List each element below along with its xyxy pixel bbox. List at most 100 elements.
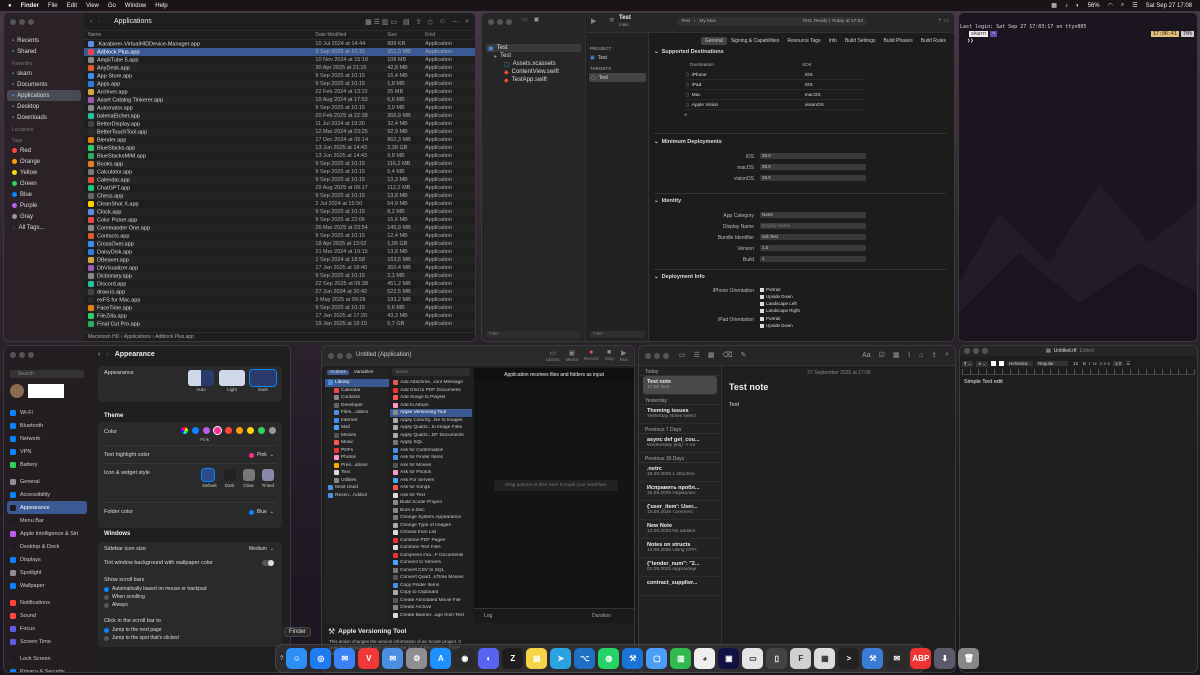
dock-btt-icon[interactable]: ▦ bbox=[814, 648, 836, 669]
paragraph-style-icon[interactable]: ¶ ⌄ bbox=[962, 360, 974, 367]
search-icon[interactable]: ⌕ bbox=[465, 18, 469, 26]
appearance-mode-dark[interactable]: Dark bbox=[249, 369, 277, 392]
toolbar-run[interactable]: ▶ Run bbox=[620, 349, 628, 362]
dock-finder-icon[interactable]: ▣ bbox=[718, 648, 740, 669]
action-item[interactable]: Ask for Photos bbox=[390, 469, 472, 477]
action-item[interactable]: Create Annotated Movie File bbox=[390, 597, 472, 605]
sidebar-item[interactable]: Red bbox=[4, 145, 84, 156]
font-family-select[interactable]: Helvetica bbox=[1006, 361, 1033, 366]
sidebar-item[interactable]: Green bbox=[4, 178, 84, 189]
action-item[interactable]: Ask for Confirmation bbox=[390, 447, 472, 455]
action-item[interactable]: Ask for Text bbox=[390, 492, 472, 500]
project-item[interactable]: ▣ Test bbox=[587, 53, 648, 62]
file-row[interactable]: Clock.app 9 Sep 2025 at 10:15 8,2 MB App… bbox=[84, 208, 475, 216]
toolbar-stop[interactable]: ■ Stop bbox=[604, 349, 613, 362]
group-icon[interactable]: ▤ bbox=[403, 18, 410, 26]
back-icon[interactable]: ‹ bbox=[90, 19, 92, 25]
delete-icon[interactable]: ⌫ bbox=[723, 351, 733, 359]
note-list-item[interactable]: Notes on structs 13.09.2025 Using CFFI bbox=[639, 539, 721, 558]
tab-actions[interactable]: Actions bbox=[327, 369, 349, 375]
library-item[interactable]: PDFs bbox=[325, 447, 389, 455]
file-row[interactable]: Books.app 9 Sep 2025 at 10:15 116,2 MB A… bbox=[84, 160, 475, 168]
action-item[interactable]: Convert CSV to SQL bbox=[390, 567, 472, 575]
file-row[interactable]: ChatGPT.app 29 Aug 2025 at 09:17 112,2 M… bbox=[84, 184, 475, 192]
settings-item[interactable]: Bluetooth bbox=[4, 419, 90, 432]
library-item[interactable]: Recen...Added bbox=[325, 492, 389, 500]
file-row[interactable]: draw.io.app 27 Jun 2024 at 20:42 522,5 M… bbox=[84, 288, 475, 296]
file-row[interactable]: CrossOver.app 18 Apr 2025 at 13:02 1,06 … bbox=[84, 240, 475, 248]
action-item[interactable]: Apply ColorSy...file to Images bbox=[390, 417, 472, 425]
dock-help-icon[interactable]: ? bbox=[280, 656, 283, 662]
action-icon[interactable]: ☺ bbox=[439, 18, 446, 25]
dock-telegram-icon[interactable]: ➤ bbox=[550, 648, 572, 669]
tint-toggle[interactable] bbox=[262, 560, 274, 566]
file-row[interactable]: Chess.app 9 Sep 2025 at 10:15 13,8 MB Ap… bbox=[84, 192, 475, 200]
scroll-option[interactable]: Always bbox=[104, 601, 207, 609]
note-title[interactable]: Test note bbox=[729, 382, 949, 392]
library-item[interactable]: Most Used bbox=[325, 484, 389, 492]
library-item[interactable]: Developer bbox=[325, 402, 389, 410]
minimize-button[interactable] bbox=[497, 19, 503, 25]
dock-whatsapp-icon[interactable]: ◍ bbox=[598, 648, 620, 669]
action-item[interactable]: Create Banner...age from Text bbox=[390, 612, 472, 620]
library-item[interactable]: Calendar bbox=[325, 387, 389, 395]
editor-tab[interactable]: Build Phases bbox=[880, 37, 917, 45]
identity-field[interactable]: None bbox=[760, 212, 866, 218]
share-icon[interactable]: ⇪ bbox=[931, 351, 937, 359]
accent-color-swatch[interactable] bbox=[213, 426, 222, 435]
editor-tab[interactable]: Info bbox=[825, 37, 841, 45]
file-row[interactable]: BlueStacks.app 13 Jun 2025 at 14:43 2,38… bbox=[84, 144, 475, 152]
highlight-select[interactable]: Pink ⌄ bbox=[249, 452, 274, 458]
path-item[interactable]: Adblock Plus.app bbox=[155, 334, 194, 340]
minimize-button[interactable] bbox=[19, 352, 25, 358]
section-min-deployments[interactable]: ⌄ Minimum Deployments bbox=[650, 137, 722, 147]
dock-discord-icon[interactable]: ◐ bbox=[478, 648, 500, 669]
library-item[interactable]: Music bbox=[325, 439, 389, 447]
bg-color-swatch[interactable] bbox=[998, 361, 1004, 366]
library-item[interactable]: Library bbox=[325, 379, 389, 387]
table-icon[interactable]: ▦ bbox=[893, 351, 900, 359]
target-item[interactable]: ▢ Test bbox=[589, 73, 646, 82]
italic-icon[interactable]: I bbox=[1089, 361, 1090, 366]
action-item[interactable]: Connect to Servers bbox=[390, 559, 472, 567]
action-item[interactable]: Copy Finder Items bbox=[390, 582, 472, 590]
orientation-checkbox[interactable]: Upside Down bbox=[760, 323, 793, 328]
sidebar-item[interactable]: Orange bbox=[4, 156, 84, 167]
close-button[interactable] bbox=[10, 19, 16, 25]
file-row[interactable]: FileZilla.app 17 Jan 2025 at 17:20 43,3 … bbox=[84, 312, 475, 320]
note-list-item[interactable]: .netrc 18.09.2025 1 ottochne bbox=[639, 463, 721, 482]
settings-item[interactable]: Focus bbox=[4, 622, 90, 635]
settings-item[interactable]: Apple Intelligence & Siri bbox=[4, 527, 90, 540]
settings-item[interactable]: Notifications bbox=[4, 596, 90, 609]
editor-tab[interactable]: General bbox=[700, 37, 727, 45]
destination-row[interactable]: ▯ Mac macOS bbox=[686, 92, 866, 100]
accent-color-swatch[interactable] bbox=[225, 427, 232, 434]
settings-item[interactable]: Wallpaper bbox=[4, 579, 90, 592]
library-item[interactable]: Pres...ations bbox=[325, 462, 389, 470]
dock-xcode-icon[interactable]: ⚒ bbox=[862, 648, 884, 669]
toolbar-record[interactable]: ● Record bbox=[584, 349, 599, 362]
identity-field[interactable]: Display Name bbox=[760, 223, 866, 229]
library-item[interactable]: Internet bbox=[325, 417, 389, 425]
orientation-checkbox[interactable]: Portrait bbox=[760, 287, 781, 292]
text-color-swatch[interactable] bbox=[990, 361, 996, 366]
style-select[interactable]: a ⌄ bbox=[976, 360, 988, 367]
action-item[interactable]: Apply Quartz...to Image Files bbox=[390, 424, 472, 432]
file-row[interactable]: Calculator.app 9 Sep 2025 at 10:15 5,4 M… bbox=[84, 168, 475, 176]
sidebar-item[interactable]: ▪ Downloads bbox=[4, 112, 84, 123]
action-item[interactable]: Copy to Clipboard bbox=[390, 589, 472, 597]
sidebar-icon[interactable]: ▭ bbox=[522, 16, 528, 23]
nav-item[interactable]: ▢ Assets.xcassets bbox=[486, 60, 581, 68]
dock-trash-icon[interactable]: 🗑 bbox=[958, 648, 980, 669]
note-list-item[interactable]: {"tender_num": "2... 01.09.2025 /app/orde… bbox=[639, 558, 721, 577]
menu-app-name[interactable]: Finder bbox=[21, 3, 39, 9]
menu-view[interactable]: View bbox=[86, 3, 99, 9]
toolbar-library[interactable]: ▭ Library bbox=[546, 349, 560, 362]
click-option[interactable]: Jump to the next page bbox=[104, 626, 179, 634]
file-row[interactable]: Color Picker.app 9 Sep 2025 at 22:06 16,… bbox=[84, 216, 475, 224]
section-identity[interactable]: ⌄ Identity bbox=[650, 196, 681, 206]
file-row[interactable]: DBeaver.app 1 Sep 2024 at 18:58 163,6 MB… bbox=[84, 256, 475, 264]
action-item[interactable]: Combine PDF Pages bbox=[390, 537, 472, 545]
close-button[interactable] bbox=[328, 353, 334, 359]
close-button[interactable] bbox=[10, 352, 16, 358]
